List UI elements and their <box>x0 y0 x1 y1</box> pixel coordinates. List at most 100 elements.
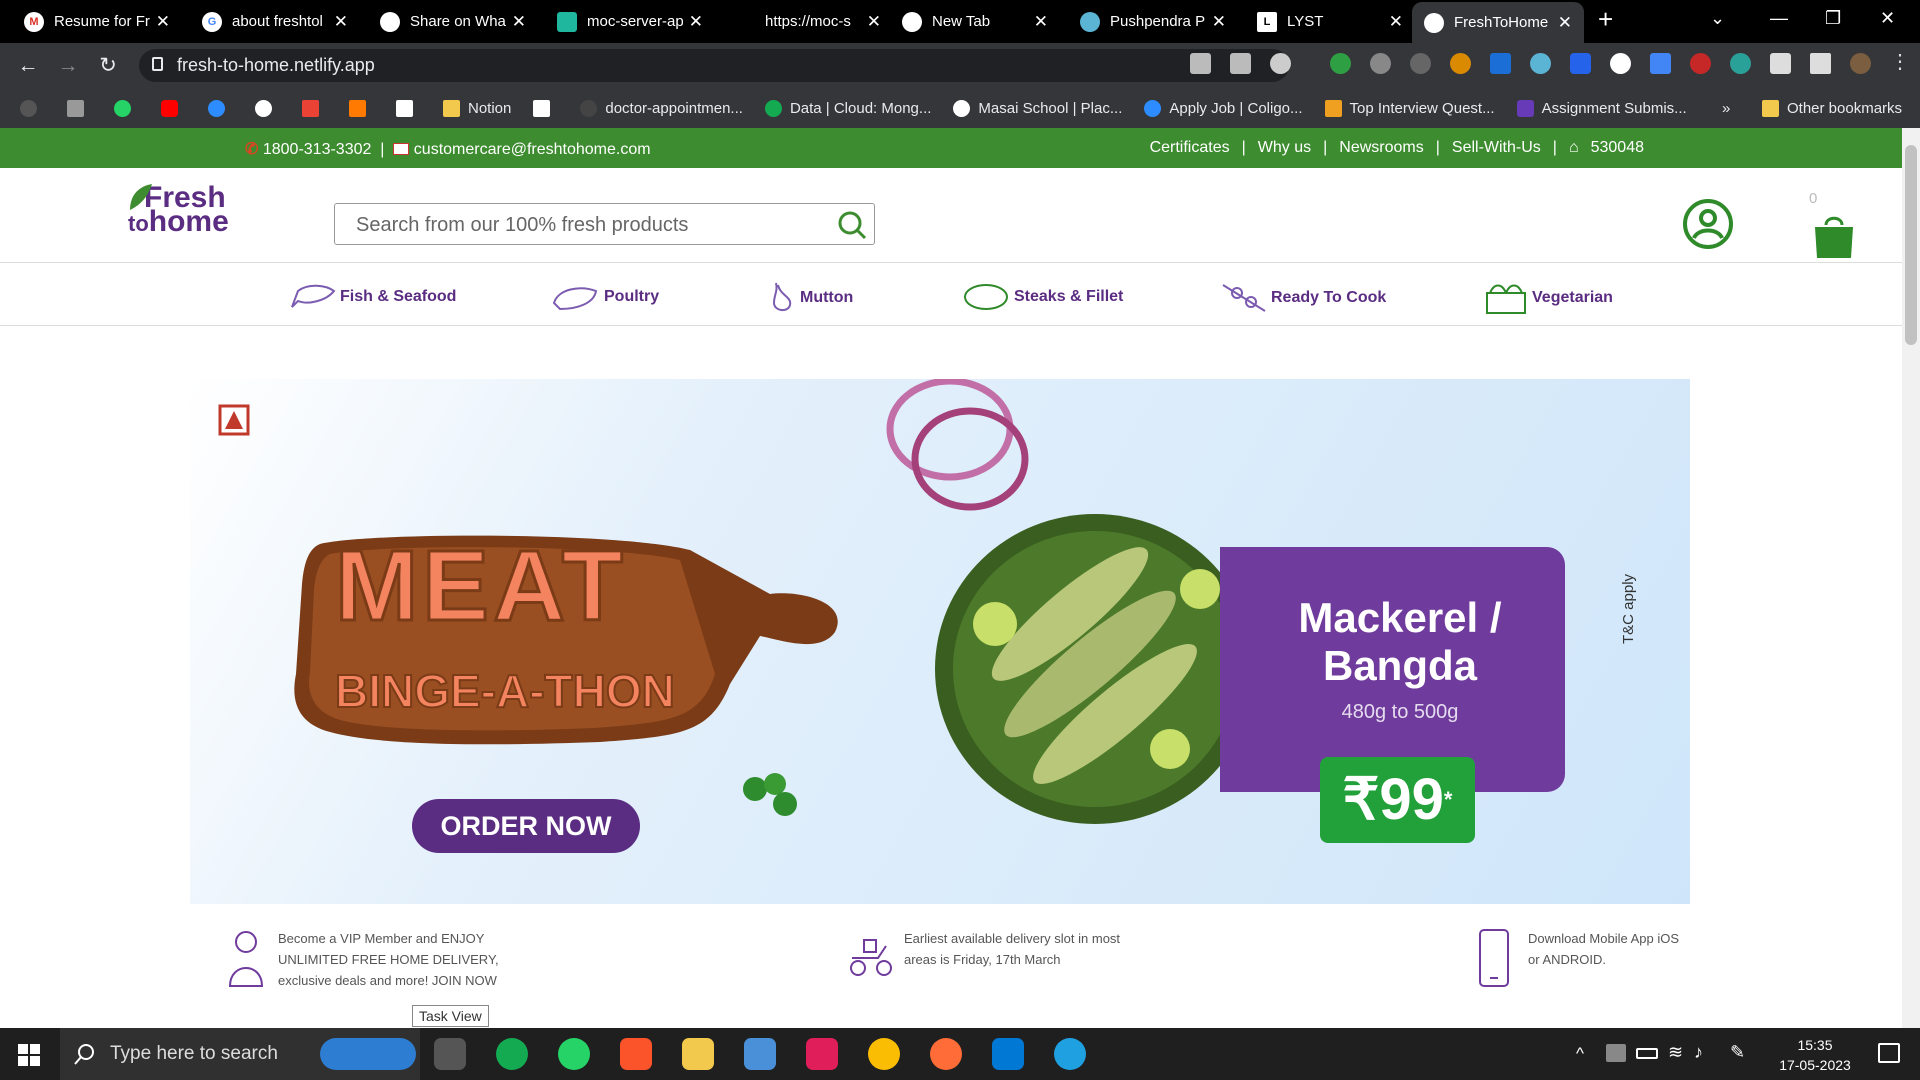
cart-bag-icon[interactable] <box>1813 213 1855 258</box>
close-icon[interactable]: ✕ <box>1212 12 1226 32</box>
browser-tab[interactable]: Pushpendra P ✕ <box>1068 0 1238 43</box>
close-icon[interactable]: ✕ <box>1389 12 1403 32</box>
extension-icon[interactable] <box>1610 53 1631 74</box>
category-vegetarian[interactable]: Vegetarian <box>1484 281 1613 315</box>
tab-search-icon[interactable]: ⌄ <box>1710 8 1725 29</box>
close-icon[interactable]: ✕ <box>867 12 881 32</box>
close-icon[interactable]: ✕ <box>1558 13 1572 33</box>
avatar[interactable] <box>1850 53 1871 74</box>
back-icon[interactable]: ← <box>8 54 48 78</box>
promo-banner[interactable]: MEAT BINGE-A-THON ORDER NOW Mackerel / B… <box>190 379 1690 904</box>
share-icon[interactable] <box>1230 53 1251 74</box>
bookmark-gmail[interactable] <box>302 99 327 117</box>
browser-tab[interactable]: Share on Wha ✕ <box>368 0 538 43</box>
close-icon[interactable]: ✕ <box>689 12 703 32</box>
forward-icon[interactable]: → <box>48 54 88 78</box>
bookmark-laptop[interactable] <box>67 99 92 117</box>
email-link[interactable]: customercare@freshtohome.com <box>414 141 651 158</box>
browser-tab[interactable]: L LYST ✕ <box>1245 0 1415 43</box>
bookmark-flame[interactable] <box>349 99 374 117</box>
install-icon[interactable] <box>1190 53 1211 74</box>
bookmark-whatsapp[interactable] <box>114 99 139 117</box>
feature-app[interactable]: Download Mobile App iOS or ANDROID. <box>1476 928 1679 990</box>
lock-icon[interactable] <box>152 57 163 71</box>
wifi-icon[interactable]: ≋ <box>1668 1042 1683 1063</box>
slack-icon[interactable] <box>806 1038 838 1070</box>
react-devtools-icon[interactable] <box>1530 53 1551 74</box>
volume-icon[interactable]: ♪ <box>1694 1042 1703 1063</box>
extension-icon[interactable] <box>1490 53 1511 74</box>
bookmarks-overflow-button[interactable]: » <box>1722 100 1730 117</box>
phone-number[interactable]: 1800-313-3302 <box>263 141 372 158</box>
bookmark-interview[interactable]: Top Interview Quest... <box>1324 99 1495 117</box>
pincode[interactable]: 530048 <box>1591 139 1644 157</box>
bookmark-zoom[interactable] <box>208 99 233 117</box>
browser-tab[interactable]: New Tab ✕ <box>890 0 1060 43</box>
search-icon[interactable] <box>836 209 868 241</box>
scrollbar-thumb[interactable] <box>1905 145 1917 345</box>
chrome-icon[interactable] <box>868 1038 900 1070</box>
shield-extension-icon[interactable] <box>1330 53 1351 74</box>
category-ready-to-cook[interactable]: Ready To Cook <box>1221 281 1386 315</box>
clock[interactable]: 15:35 17-05-2023 <box>1770 1035 1860 1075</box>
close-icon[interactable]: ✕ <box>334 12 348 32</box>
search-input[interactable]: Search from our 100% fresh products <box>334 203 875 245</box>
bookmark-notion[interactable]: Notion <box>443 99 511 117</box>
browser-tab[interactable]: moc-server-ap ✕ <box>545 0 715 43</box>
menu-icon[interactable]: ⋮ <box>1890 52 1911 74</box>
pen-extension-icon[interactable] <box>1370 53 1391 74</box>
close-icon[interactable]: ✕ <box>1034 12 1048 32</box>
battery-icon[interactable] <box>1636 1048 1658 1059</box>
translate-icon[interactable] <box>1650 53 1671 74</box>
feature-vip[interactable]: Become a VIP Member and ENJOY UNLIMITED … <box>226 928 499 991</box>
browser-tab[interactable]: M Resume for Fr ✕ <box>12 0 182 43</box>
bookmark-github[interactable] <box>20 99 45 117</box>
extension-icon[interactable] <box>1450 53 1471 74</box>
bookmark-doctor-appointment[interactable]: doctor-appointmen... <box>580 99 743 117</box>
windows-start-icon[interactable] <box>18 1044 40 1066</box>
mongodb-compass-icon[interactable] <box>496 1038 528 1070</box>
vscode-icon[interactable] <box>992 1038 1024 1070</box>
extension-icon[interactable] <box>1730 53 1751 74</box>
bookmark-w[interactable] <box>533 99 558 117</box>
other-bookmarks[interactable]: Other bookmarks <box>1762 99 1902 117</box>
bookmark-coligo[interactable]: Apply Job | Coligo... <box>1144 99 1303 117</box>
category-steaks-fillet[interactable]: Steaks & Fillet <box>962 281 1123 313</box>
computer-icon[interactable] <box>744 1038 776 1070</box>
task-view-icon[interactable] <box>434 1038 466 1070</box>
close-window-button[interactable]: ✕ <box>1880 8 1895 29</box>
category-poultry[interactable]: Poultry <box>550 281 659 313</box>
extension-icon[interactable] <box>1690 53 1711 74</box>
puzzle-icon[interactable] <box>1770 53 1791 74</box>
star-icon[interactable] <box>1270 53 1291 74</box>
browser-tab[interactable]: https://moc-s ✕ <box>723 0 893 43</box>
formula-extension-icon[interactable] <box>1410 53 1431 74</box>
whatsapp-icon[interactable] <box>558 1038 590 1070</box>
pen-icon[interactable]: ✎ <box>1730 1042 1745 1063</box>
category-fish-seafood[interactable]: Fish & Seafood <box>288 281 456 313</box>
maximize-button[interactable]: ❐ <box>1825 8 1841 29</box>
edge-icon[interactable] <box>1054 1038 1086 1070</box>
new-tab-button[interactable]: + <box>1598 4 1613 35</box>
category-mutton[interactable]: Mutton <box>766 281 853 315</box>
browser-tab[interactable]: G about freshtol ✕ <box>190 0 360 43</box>
site-logo[interactable]: Fresh tohome <box>128 183 229 237</box>
close-icon[interactable]: ✕ <box>156 12 170 32</box>
reload-icon[interactable]: ↻ <box>88 53 128 78</box>
close-icon[interactable]: ✕ <box>512 12 526 32</box>
url-field[interactable]: fresh-to-home.netlify.app <box>139 49 1289 82</box>
minimize-button[interactable]: — <box>1770 8 1788 29</box>
certificates-link[interactable]: Certificates <box>1150 139 1230 157</box>
bookmark-notion-icon[interactable] <box>396 99 421 117</box>
tray-app-icon[interactable] <box>1606 1044 1626 1062</box>
order-now-button[interactable]: ORDER NOW <box>412 799 640 853</box>
hidden-icons-chevron[interactable]: ^ <box>1576 1044 1584 1064</box>
brave-icon[interactable] <box>620 1038 652 1070</box>
why-us-link[interactable]: Why us <box>1258 139 1311 157</box>
sidebar-icon[interactable] <box>1810 53 1831 74</box>
bookmark-youtube[interactable] <box>161 99 186 117</box>
bookmark-globe[interactable] <box>255 99 280 117</box>
bookmark-masai[interactable]: Masai School | Plac... <box>953 99 1122 117</box>
bookmark-assignment[interactable]: Assignment Submis... <box>1516 99 1687 117</box>
zip-extension-icon[interactable] <box>1570 53 1591 74</box>
